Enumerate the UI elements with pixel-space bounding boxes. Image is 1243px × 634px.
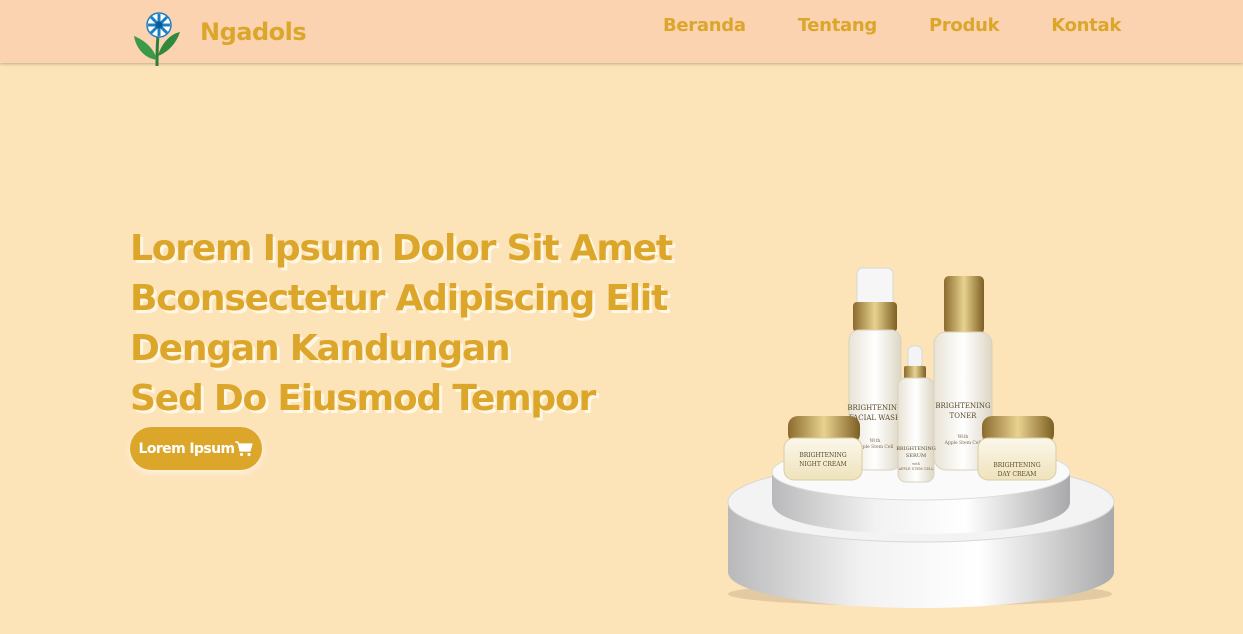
nav-link-beranda[interactable]: Beranda (663, 15, 746, 36)
product-showcase-image: BRIGHTENING FACIAL WASH With Apple Stem … (727, 267, 1115, 608)
product-label-text: with (912, 462, 921, 466)
hero-line-3: Dengan Kandungan (130, 328, 511, 369)
navbar: Ngadols Beranda Tentang Produk Kontak (0, 0, 1243, 67)
hero-line-4: Sed Do Eiusmod Tempor (130, 378, 596, 419)
day-cream-jar: BRIGHTENING DAY CREAM (977, 416, 1057, 481)
brand-name: Ngadols (200, 18, 307, 46)
nav-link-produk[interactable]: Produk (929, 15, 1000, 36)
product-label-text: DAY CREAM (998, 471, 1037, 478)
product-label-text: SERUM (906, 453, 926, 459)
product-label-text: BRIGHTENING (935, 402, 991, 410)
flower-logo-icon (134, 12, 180, 67)
product-label-text: TONER (950, 412, 978, 420)
product-label-text: With (958, 434, 969, 440)
product-label-text: BRIGHTENING (847, 404, 903, 412)
product-label-text: BRIGHTENING (799, 452, 847, 459)
night-cream-jar: BRIGHTENING NIGHT CREAM (783, 416, 863, 481)
serum-bottle: BRIGHTENING SERUM with APPLE STEM CELL (896, 345, 936, 483)
nav-link-tentang[interactable]: Tentang (798, 15, 878, 36)
shop-button[interactable]: Lorem Ipsum (130, 427, 262, 470)
nav-menu: Beranda Tentang Produk Kontak (663, 15, 1121, 36)
shop-button-label: Lorem Ipsum (138, 440, 236, 457)
product-label-text: BRIGHTENING (896, 446, 935, 452)
nav-link-kontak[interactable]: Kontak (1051, 15, 1121, 36)
product-label-text: Apple Stem Cell (944, 440, 982, 446)
brand-link[interactable]: Ngadols (130, 10, 307, 68)
hero-headline: Lorem Ipsum Dolor Sit Amet Bconsectetur … (130, 224, 673, 424)
hero-line-2: Bconsectetur Adipiscing Elit (130, 278, 668, 319)
shopping-cart-icon (235, 440, 254, 456)
product-label-text: With (870, 438, 881, 444)
product-label-text: NIGHT CREAM (799, 461, 847, 468)
product-label-text: APPLE STEM CELL (897, 467, 934, 471)
hero-line-1: Lorem Ipsum Dolor Sit Amet (130, 228, 673, 269)
product-label-text: BRIGHTENING (993, 462, 1041, 469)
